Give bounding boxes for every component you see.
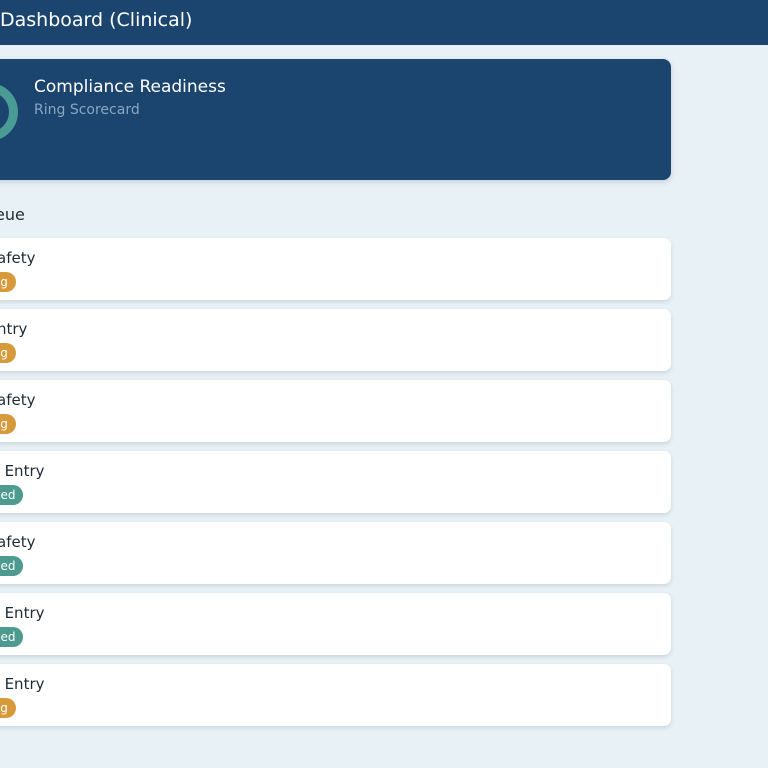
- status-badge: ling: [0, 414, 16, 434]
- queue-item[interactable]: Data Entry oved: [0, 593, 671, 655]
- scorecard-title: Compliance Readiness: [34, 77, 226, 97]
- status-badge: oved: [0, 627, 24, 647]
- score-ring: [0, 83, 18, 141]
- queue-item-title: Data Entry: [0, 462, 45, 480]
- status-badge: ling: [0, 698, 16, 718]
- queue-item-title: ab Safety: [0, 249, 36, 267]
- queue-item-title: Data Entry: [0, 675, 45, 693]
- queue-list: ab Safety ling ab Entry ling ab Safety l…: [0, 238, 671, 735]
- status-badge: oved: [0, 485, 24, 505]
- status-badge: ling: [0, 272, 16, 292]
- queue-item[interactable]: ab Safety ling: [0, 380, 671, 442]
- queue-item[interactable]: ab Safety oved: [0, 522, 671, 584]
- queue-item-title: ab Safety: [0, 391, 36, 409]
- page-title: Dashboard (Clinical): [0, 9, 193, 31]
- compliance-scorecard[interactable]: Compliance Readiness Ring Scorecard: [0, 59, 671, 180]
- queue-item[interactable]: ab Entry ling: [0, 309, 671, 371]
- queue-heading: eue: [0, 205, 25, 224]
- top-bar: Dashboard (Clinical): [0, 0, 768, 45]
- queue-item[interactable]: Data Entry oved: [0, 451, 671, 513]
- status-badge: oved: [0, 556, 24, 576]
- queue-item[interactable]: Data Entry ling: [0, 664, 671, 726]
- queue-item-title: Data Entry: [0, 604, 45, 622]
- scorecard-subtitle: Ring Scorecard: [34, 102, 140, 118]
- status-badge: ling: [0, 343, 16, 363]
- queue-item[interactable]: ab Safety ling: [0, 238, 671, 300]
- queue-item-title: ab Entry: [0, 320, 28, 338]
- queue-item-title: ab Safety: [0, 533, 36, 551]
